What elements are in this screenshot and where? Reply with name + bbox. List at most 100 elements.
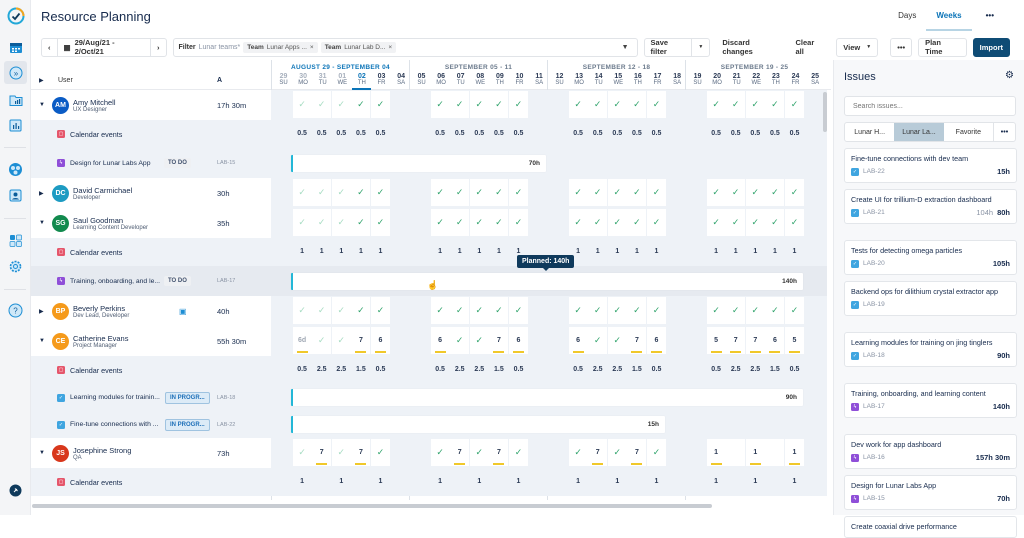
- day-capacity-cell[interactable]: 7: [450, 439, 470, 466]
- day-capacity-cell[interactable]: ✓: [430, 209, 450, 236]
- collapse-icon[interactable]: ▼: [39, 102, 45, 108]
- user-row[interactable]: ▼ SG Saul Goodman Learning Content Develope…: [31, 208, 271, 238]
- day-capacity-cell[interactable]: ✓: [312, 91, 332, 118]
- status-badge[interactable]: TO DO: [164, 158, 191, 168]
- filter-bar[interactable]: Filter Lunar teams* Team Lunar Apps ... × …: [172, 37, 638, 57]
- horizontal-scrollbar[interactable]: [32, 504, 712, 508]
- day-capacity-cell[interactable]: ✓: [469, 439, 489, 466]
- day-capacity-cell[interactable]: ✓: [489, 209, 509, 236]
- day-capacity-cell[interactable]: 6: [371, 327, 390, 354]
- tab-lunar-h[interactable]: Lunar H...: [845, 123, 894, 141]
- collapse-icon[interactable]: ▼: [39, 450, 45, 456]
- day-capacity-cell[interactable]: ✓: [765, 179, 785, 206]
- day-capacity-cell[interactable]: ✓: [292, 91, 312, 118]
- day-capacity-cell[interactable]: ✓: [292, 297, 312, 324]
- day-capacity-cell[interactable]: 6: [509, 327, 528, 354]
- day-header[interactable]: 14 TU: [589, 73, 608, 87]
- filter-funnel-icon[interactable]: ▼: [622, 44, 629, 51]
- calendar-events-row[interactable]: ▢ Calendar events: [31, 238, 271, 266]
- day-capacity-cell[interactable]: ✓: [312, 209, 332, 236]
- calendar-events-row[interactable]: ▢ Calendar events: [31, 120, 271, 148]
- day-capacity-cell[interactable]: ✓: [351, 209, 371, 236]
- day-header[interactable]: 01 WE: [333, 73, 352, 87]
- user-row[interactable]: ▼ AM Amy Mitchell UX Designer 17h 30m: [31, 90, 271, 120]
- day-header[interactable]: 10 FR: [510, 73, 529, 87]
- day-capacity-cell[interactable]: ✓: [726, 209, 746, 236]
- day-capacity-cell[interactable]: ✓: [568, 91, 588, 118]
- day-capacity-cell[interactable]: 1: [706, 439, 726, 466]
- day-header[interactable]: 24 FR: [786, 73, 805, 87]
- collapse-icon[interactable]: ▼: [39, 220, 45, 226]
- day-capacity-cell[interactable]: ✓: [331, 179, 351, 206]
- day-capacity-cell[interactable]: ✓: [785, 91, 804, 118]
- task-row[interactable]: ✓ Fine-tune connections with ... IN PROGR.…: [31, 411, 271, 438]
- day-capacity-cell[interactable]: ✓: [489, 91, 509, 118]
- day-capacity-cell[interactable]: ✓: [647, 439, 666, 466]
- allocation-bar[interactable]: 70h: [291, 154, 546, 172]
- day-capacity-cell[interactable]: 7: [588, 439, 608, 466]
- day-capacity-cell[interactable]: ✓: [312, 297, 332, 324]
- day-capacity-cell[interactable]: ✓: [469, 91, 489, 118]
- day-header[interactable]: 23 TH: [766, 73, 785, 87]
- day-capacity-cell[interactable]: ✓: [371, 179, 390, 206]
- day-capacity-cell[interactable]: ✓: [706, 179, 726, 206]
- day-capacity-cell[interactable]: ✓: [331, 439, 351, 466]
- day-capacity-cell[interactable]: 7: [351, 327, 371, 354]
- tab-lunar-la[interactable]: Lunar La...: [894, 123, 944, 141]
- column-user[interactable]: User: [58, 77, 73, 84]
- calendar-events-row[interactable]: ▢ Calendar events: [31, 356, 271, 384]
- day-capacity-cell[interactable]: ✓: [706, 91, 726, 118]
- day-capacity-cell[interactable]: ✓: [785, 297, 804, 324]
- day-capacity-cell[interactable]: 7: [627, 439, 647, 466]
- day-capacity-cell[interactable]: ✓: [745, 179, 765, 206]
- day-capacity-cell[interactable]: ✓: [647, 91, 666, 118]
- team-icon[interactable]: [6, 160, 25, 179]
- day-capacity-cell[interactable]: 7: [489, 439, 509, 466]
- day-capacity-cell[interactable]: ✓: [785, 179, 804, 206]
- pin-icon[interactable]: [6, 481, 25, 500]
- day-capacity-cell[interactable]: 6: [430, 327, 450, 354]
- day-header[interactable]: 20 MO: [708, 73, 727, 87]
- remove-chip-icon[interactable]: ×: [310, 44, 314, 51]
- day-header[interactable]: 04 SA: [392, 73, 411, 87]
- day-header[interactable]: 12 SU: [550, 73, 569, 87]
- day-capacity-cell[interactable]: 5: [706, 327, 726, 354]
- day-capacity-cell[interactable]: ✓: [745, 91, 765, 118]
- filter-chip-team-apps[interactable]: Team Lunar Apps ... ×: [243, 41, 318, 53]
- expand-icon[interactable]: ▶: [39, 190, 44, 197]
- day-header[interactable]: 08 WE: [471, 73, 490, 87]
- issue-key[interactable]: LAB-22: [217, 422, 235, 428]
- day-capacity-cell[interactable]: 7: [745, 327, 765, 354]
- day-capacity-cell[interactable]: ✓: [469, 327, 489, 354]
- status-badge[interactable]: TO DO: [164, 276, 191, 286]
- day-capacity-cell[interactable]: ✓: [765, 209, 785, 236]
- day-capacity-cell[interactable]: 7: [627, 327, 647, 354]
- day-capacity-cell[interactable]: ✓: [430, 91, 450, 118]
- day-header[interactable]: 11 SA: [530, 73, 549, 87]
- notification-icon[interactable]: ▣: [179, 307, 187, 316]
- day-capacity-cell[interactable]: ✓: [647, 297, 666, 324]
- calendar-events-row[interactable]: ▢ Calendar events: [31, 468, 271, 496]
- day-capacity-cell[interactable]: ✓: [726, 91, 746, 118]
- day-capacity-cell[interactable]: ✓: [430, 297, 450, 324]
- day-capacity-cell[interactable]: ✓: [509, 439, 528, 466]
- day-capacity-cell[interactable]: ✓: [607, 439, 627, 466]
- prev-period-button[interactable]: ‹: [42, 37, 58, 57]
- day-capacity-cell[interactable]: ✓: [588, 297, 608, 324]
- day-header[interactable]: 05 SU: [412, 73, 431, 87]
- task-row[interactable]: ϟ Design for Lunar Labs App TO DO LAB-15: [31, 148, 271, 178]
- day-capacity-cell[interactable]: ✓: [627, 209, 647, 236]
- issue-card[interactable]: Fine-tune connections with dev team ✓ LAB-…: [844, 148, 1017, 183]
- day-capacity-cell[interactable]: ✓: [607, 327, 627, 354]
- day-header[interactable]: 29 SU: [274, 73, 293, 87]
- day-capacity-cell[interactable]: ✓: [450, 91, 470, 118]
- day-header[interactable]: 17 FR: [648, 73, 667, 87]
- reports-folder-icon[interactable]: [6, 90, 25, 109]
- tab-days[interactable]: Days: [888, 11, 926, 31]
- more-options-button[interactable]: •••: [976, 11, 1004, 31]
- day-capacity-cell[interactable]: 6d: [292, 327, 312, 354]
- issue-card[interactable]: Backend ops for dilithium crystal extrac…: [844, 281, 1017, 316]
- user-row[interactable]: ▶ DC David Carmichael Developer 30h: [31, 178, 271, 208]
- day-capacity-cell[interactable]: 7: [726, 327, 746, 354]
- issues-settings-icon[interactable]: ⚙: [1005, 70, 1014, 81]
